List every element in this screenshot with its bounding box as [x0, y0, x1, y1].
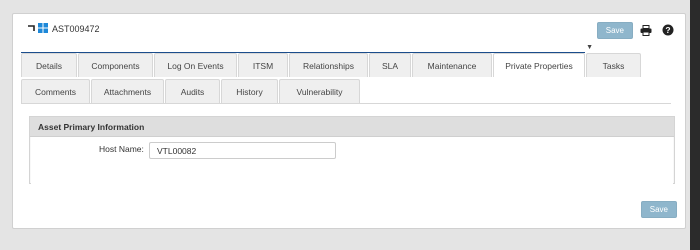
tab-private-properties[interactable]: Private Properties — [493, 53, 585, 77]
tab-vulnerability[interactable]: Vulnerability — [279, 79, 360, 103]
save-button[interactable]: Save — [596, 21, 633, 39]
tab-audits[interactable]: Audits — [165, 79, 220, 103]
tab-sla[interactable]: SLA — [369, 53, 411, 77]
asset-title-group: AST009472 — [27, 23, 100, 35]
help-icon[interactable]: ? — [659, 21, 677, 39]
page-background: AST009472 Save ? ▼ Details Components Lo… — [0, 0, 690, 250]
tab-bar: Details Components Log On Events ITSM Re… — [21, 53, 675, 103]
asset-header: AST009472 Save ? ▼ — [13, 14, 685, 53]
tab-tasks[interactable]: Tasks — [586, 53, 641, 77]
tab-row-2: Comments Attachments Audits History Vuln… — [21, 79, 675, 103]
tab-log-on-events[interactable]: Log On Events — [154, 53, 237, 77]
asset-id: AST009472 — [52, 24, 100, 34]
tab-components[interactable]: Components — [78, 53, 153, 77]
print-icon[interactable] — [637, 21, 655, 39]
asset-primary-info-panel: Asset Primary Information Host Name: — [29, 116, 675, 184]
tab-history[interactable]: History — [221, 79, 278, 103]
tab-bar-divider — [21, 103, 671, 104]
svg-text:?: ? — [665, 25, 670, 35]
tab-comments[interactable]: Comments — [21, 79, 90, 103]
host-name-field[interactable] — [149, 142, 336, 159]
tab-relationships[interactable]: Relationships — [289, 53, 368, 77]
header-actions: Save ? — [596, 21, 677, 39]
tab-itsm[interactable]: ITSM — [238, 53, 288, 77]
asset-card: AST009472 Save ? ▼ Details Components Lo… — [12, 13, 686, 229]
tab-details[interactable]: Details — [21, 53, 77, 77]
panel-title: Asset Primary Information — [30, 117, 674, 137]
windows-icon — [38, 23, 48, 35]
footer-actions: Save — [640, 201, 677, 218]
link-icon — [27, 24, 36, 34]
host-name-label: Host Name: — [99, 144, 144, 154]
panel-body: Host Name: — [31, 137, 673, 184]
tab-maintenance[interactable]: Maintenance — [412, 53, 492, 77]
tab-row-1: Details Components Log On Events ITSM Re… — [21, 53, 675, 77]
chevron-down-icon[interactable]: ▼ — [586, 44, 593, 51]
tab-attachments[interactable]: Attachments — [91, 79, 164, 103]
footer-save-button[interactable]: Save — [640, 201, 677, 218]
